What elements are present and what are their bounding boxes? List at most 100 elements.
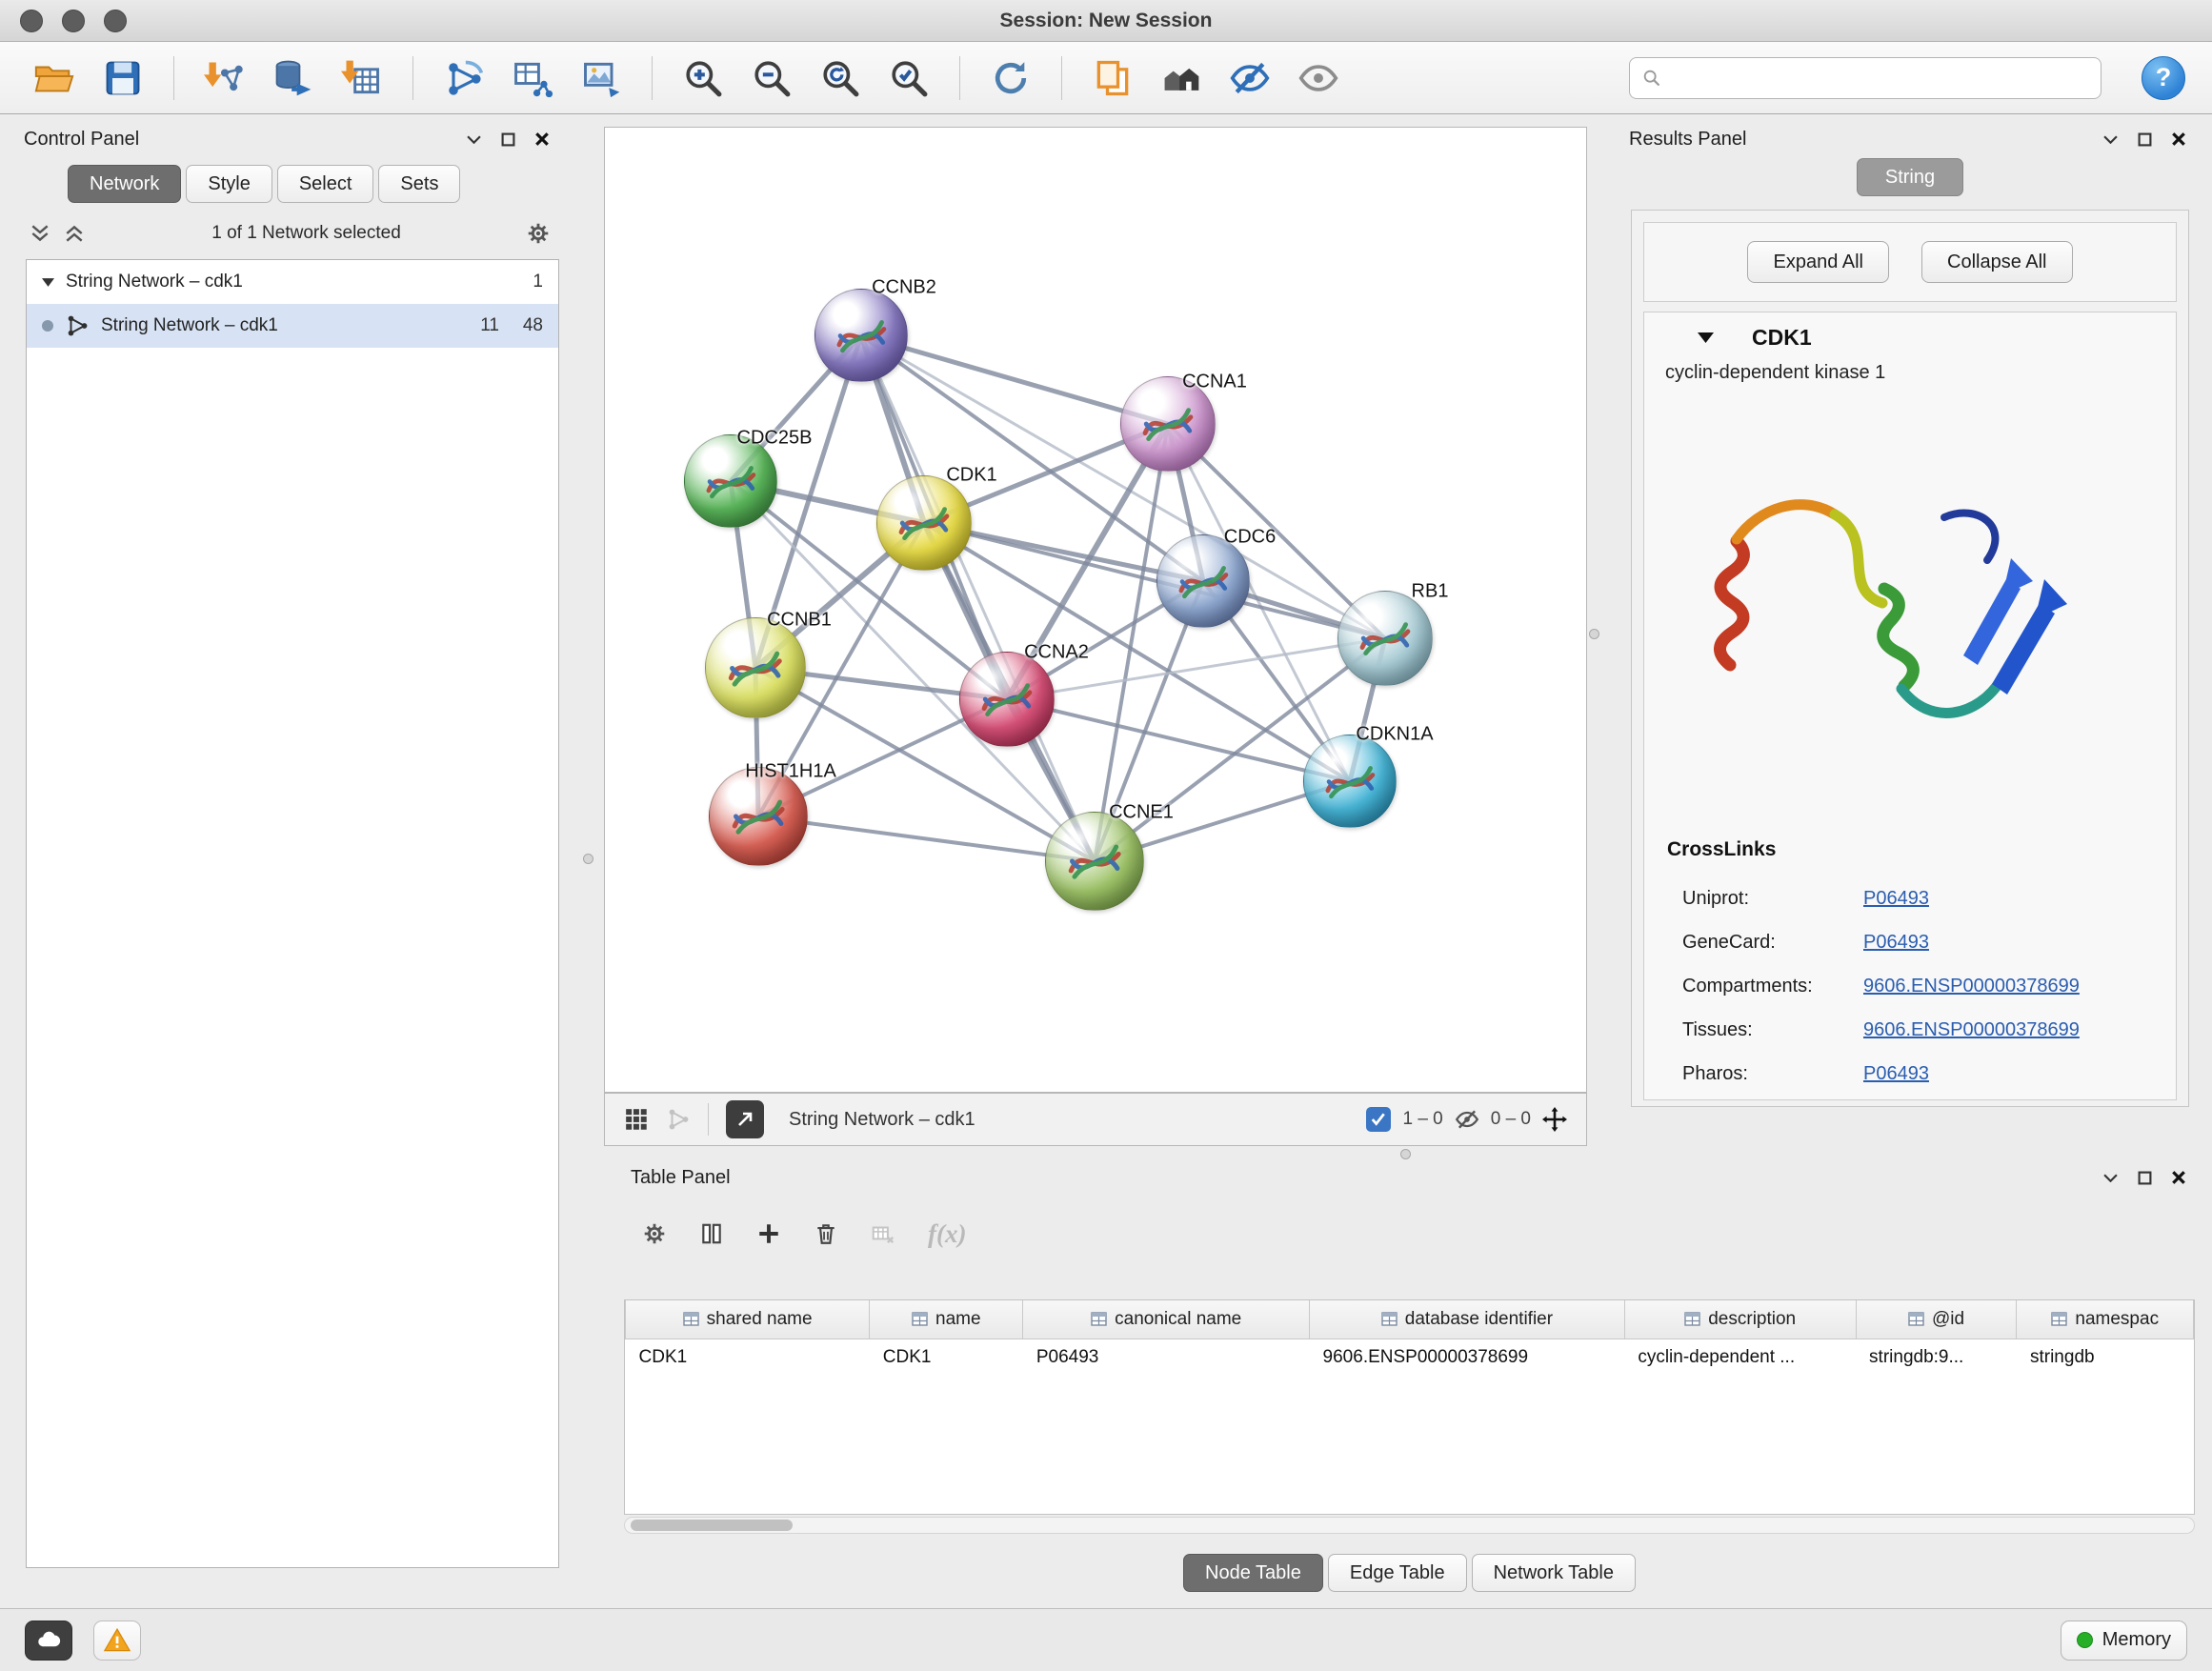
tab-network[interactable]: Network xyxy=(68,165,181,203)
warnings-button[interactable] xyxy=(93,1621,141,1661)
save-session-button[interactable] xyxy=(95,50,151,106)
hide-selected-button[interactable] xyxy=(1222,50,1277,106)
zoom-selected-button[interactable] xyxy=(881,50,936,106)
table-row[interactable]: CDK1CDK1P064939606.ENSP00000378699cyclin… xyxy=(626,1339,2194,1377)
network-node-ccnb1[interactable] xyxy=(705,617,806,718)
network-edge[interactable] xyxy=(924,523,1385,638)
panel-close-button[interactable] xyxy=(2166,127,2191,151)
network-node-cdkn1a[interactable] xyxy=(1303,735,1397,828)
collapse-all-button[interactable]: Collapse All xyxy=(1921,241,2073,283)
tab-style[interactable]: Style xyxy=(186,165,271,203)
table-cell[interactable]: P06493 xyxy=(1023,1339,1310,1377)
scrollbar-thumb[interactable] xyxy=(631,1520,793,1531)
network-edge[interactable] xyxy=(758,816,1095,861)
panel-close-button[interactable] xyxy=(2166,1165,2191,1190)
column-header[interactable]: @id xyxy=(1856,1300,2017,1339)
search-input[interactable] xyxy=(1670,68,2089,89)
tab-network-table[interactable]: Network Table xyxy=(1472,1554,1636,1592)
apply-layout-button[interactable] xyxy=(983,50,1038,106)
bottom-splitter-handle[interactable] xyxy=(1400,1149,1411,1159)
table-cell[interactable]: cyclin-dependent ... xyxy=(1624,1339,1856,1377)
network-from-table-button[interactable] xyxy=(505,50,560,106)
column-header[interactable]: name xyxy=(870,1300,1023,1339)
function-builder-icon[interactable]: f(x) xyxy=(928,1219,966,1249)
hidden-eye-slash-icon[interactable] xyxy=(1455,1107,1479,1132)
network-edge[interactable] xyxy=(861,335,1095,861)
network-node-cdc6[interactable] xyxy=(1156,534,1250,628)
panel-float-button[interactable] xyxy=(2098,127,2122,151)
panel-maximize-button[interactable] xyxy=(2132,127,2157,151)
tab-node-table[interactable]: Node Table xyxy=(1183,1554,1323,1592)
expand-all-icon[interactable] xyxy=(62,221,87,246)
detach-view-button[interactable] xyxy=(726,1100,764,1138)
import-network-from-database-button[interactable] xyxy=(266,50,321,106)
close-icon xyxy=(2171,131,2186,147)
network-node-cdk1[interactable] xyxy=(876,475,972,571)
table-cell[interactable]: CDK1 xyxy=(626,1339,870,1377)
crosslink-value[interactable]: P06493 xyxy=(1863,888,1929,910)
network-node-ccnb2[interactable] xyxy=(814,289,908,382)
birds-eye-grid-icon[interactable] xyxy=(624,1107,649,1132)
network-collection-row[interactable]: String Network – cdk1 1 xyxy=(27,260,558,304)
help-button[interactable]: ? xyxy=(2142,56,2185,100)
crosslink-value[interactable]: P06493 xyxy=(1863,1063,1929,1085)
table-cell[interactable]: stringdb:9... xyxy=(1856,1339,2017,1377)
gene-card-header[interactable]: CDK1 xyxy=(1659,312,2161,362)
column-header[interactable]: description xyxy=(1624,1300,1856,1339)
add-row-icon[interactable] xyxy=(756,1221,781,1246)
tab-select[interactable]: Select xyxy=(277,165,374,203)
table-cell[interactable]: 9606.ENSP00000378699 xyxy=(1310,1339,1625,1377)
selected-checkbox[interactable] xyxy=(1366,1107,1391,1132)
results-tab-string[interactable]: String xyxy=(1857,158,1963,196)
panel-float-button[interactable] xyxy=(461,127,486,151)
network-canvas[interactable]: CCNB2 CCNA1 CDC25B CDK1 CDC6 RB1 xyxy=(604,127,1587,1093)
import-network-button[interactable] xyxy=(197,50,252,106)
crosslink-value[interactable]: 9606.ENSP00000378699 xyxy=(1863,976,2080,997)
show-all-button[interactable] xyxy=(1291,50,1346,106)
column-header[interactable]: database identifier xyxy=(1310,1300,1625,1339)
gear-icon[interactable] xyxy=(526,221,551,246)
panel-maximize-button[interactable] xyxy=(495,127,520,151)
panel-maximize-button[interactable] xyxy=(2132,1165,2157,1190)
zoom-fit-button[interactable] xyxy=(813,50,868,106)
expand-all-button[interactable]: Expand All xyxy=(1747,241,1889,283)
panel-float-button[interactable] xyxy=(2098,1165,2122,1190)
open-session-button[interactable] xyxy=(27,50,82,106)
crosslink-value[interactable]: P06493 xyxy=(1863,932,1929,954)
network-row[interactable]: String Network – cdk1 11 48 xyxy=(27,304,558,348)
memory-button[interactable]: Memory xyxy=(2061,1621,2187,1661)
table-cell[interactable]: stringdb xyxy=(2017,1339,2194,1377)
column-header[interactable]: namespac xyxy=(2017,1300,2194,1339)
copy-button[interactable] xyxy=(1085,50,1140,106)
table-cell[interactable]: CDK1 xyxy=(870,1339,1023,1377)
table-gear-icon[interactable] xyxy=(642,1221,667,1246)
zoom-out-button[interactable] xyxy=(744,50,799,106)
table-horizontal-scrollbar[interactable] xyxy=(624,1517,2195,1534)
column-header[interactable]: shared name xyxy=(626,1300,870,1339)
home-button[interactable] xyxy=(1154,50,1209,106)
column-header[interactable]: canonical name xyxy=(1023,1300,1310,1339)
cloud-button[interactable] xyxy=(25,1621,72,1661)
export-image-button[interactable] xyxy=(573,50,629,106)
collapse-all-icon[interactable] xyxy=(28,221,52,246)
network-node-ccne1[interactable] xyxy=(1045,812,1144,911)
delete-column-disabled-icon[interactable] xyxy=(871,1221,895,1246)
import-table-button[interactable] xyxy=(334,50,390,106)
close-window-button[interactable] xyxy=(20,10,43,32)
network-node-rb1[interactable] xyxy=(1337,591,1433,686)
show-columns-icon[interactable] xyxy=(699,1221,724,1246)
zoom-window-button[interactable] xyxy=(104,10,127,32)
left-splitter-handle[interactable] xyxy=(583,854,593,864)
minimize-window-button[interactable] xyxy=(62,10,85,32)
new-network-button[interactable] xyxy=(436,50,492,106)
right-splitter-handle[interactable] xyxy=(1589,629,1599,639)
delete-row-icon[interactable] xyxy=(814,1221,838,1246)
panel-close-button[interactable] xyxy=(530,127,554,151)
tab-edge-table[interactable]: Edge Table xyxy=(1328,1554,1467,1592)
pan-crosshair-icon[interactable] xyxy=(1542,1107,1567,1132)
crosslink-value[interactable]: 9606.ENSP00000378699 xyxy=(1863,1019,2080,1041)
tab-sets[interactable]: Sets xyxy=(378,165,460,203)
zoom-in-button[interactable] xyxy=(675,50,731,106)
network-share-disabled-icon[interactable] xyxy=(666,1107,691,1132)
network-node-ccna2[interactable] xyxy=(959,652,1055,747)
